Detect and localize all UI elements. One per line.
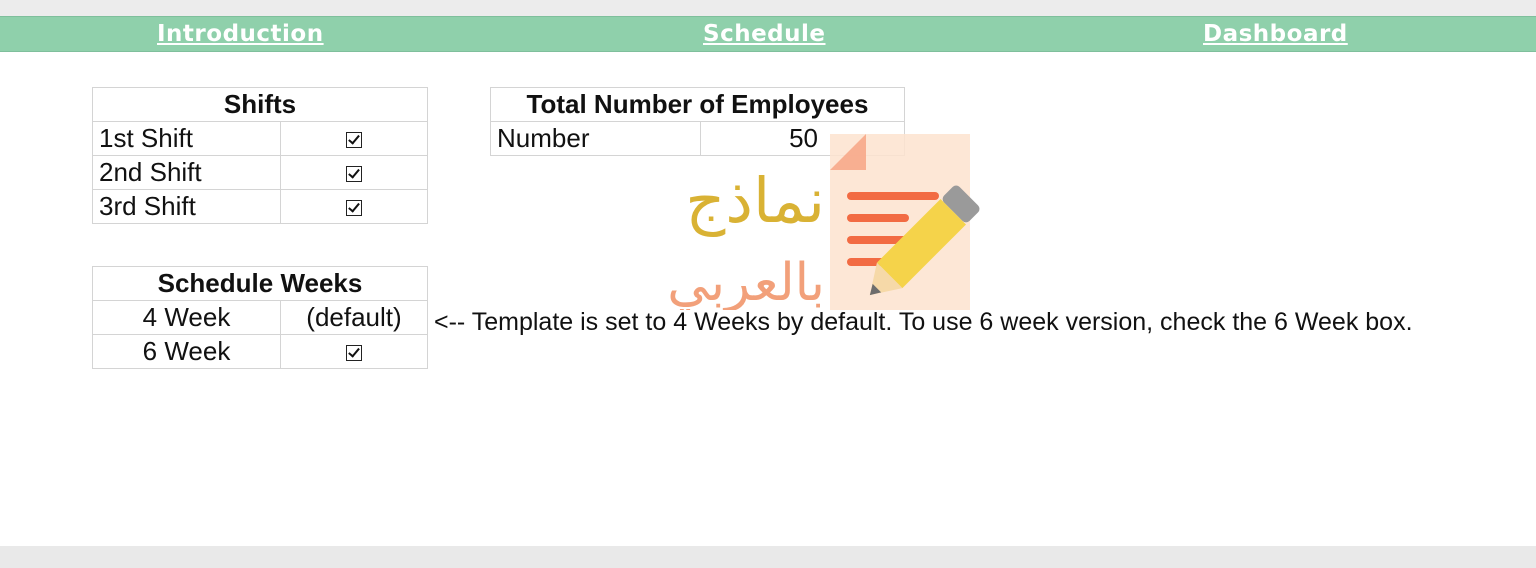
shift-checkbox-cell xyxy=(280,155,428,190)
week-label: 4 Week xyxy=(92,300,281,335)
shifts-title: Shifts xyxy=(92,87,428,122)
checkbox-checked-icon[interactable] xyxy=(346,166,362,183)
schedule-weeks-title: Schedule Weeks xyxy=(92,266,428,301)
employees-title: Total Number of Employees xyxy=(490,87,905,122)
week-checkbox-cell xyxy=(280,334,428,369)
schedule-weeks-table: Schedule Weeks 4 Week (default) 6 Week xyxy=(92,266,428,369)
shift-checkbox-cell xyxy=(280,121,428,156)
window-bottom-strip xyxy=(0,546,1536,568)
shift-label: 2nd Shift xyxy=(92,155,281,190)
checkbox-checked-icon[interactable] xyxy=(346,200,362,217)
week-default-value: (default) xyxy=(280,300,428,335)
window-top-strip xyxy=(0,0,1536,16)
watermark-logo: نماذج بالعربي xyxy=(625,130,1005,313)
shift-label: 1st Shift xyxy=(92,121,281,156)
shifts-table: Shifts 1st Shift 2nd Shift 3rd Shift xyxy=(92,87,428,224)
week-label: 6 Week xyxy=(92,334,281,369)
nav-bar: Introduction Schedule Dashboard xyxy=(0,16,1536,52)
schedule-weeks-note: <-- Template is set to 4 Weeks by defaul… xyxy=(434,308,1413,336)
table-row: 6 Week xyxy=(92,334,428,369)
table-row: 1st Shift xyxy=(92,121,428,156)
checkbox-checked-icon[interactable] xyxy=(346,345,362,362)
nav-link-introduction[interactable]: Introduction xyxy=(157,21,324,47)
shift-label: 3rd Shift xyxy=(92,189,281,224)
nav-link-dashboard[interactable]: Dashboard xyxy=(1203,21,1348,47)
shift-checkbox-cell xyxy=(280,189,428,224)
nav-link-schedule[interactable]: Schedule xyxy=(703,21,826,47)
table-row: 3rd Shift xyxy=(92,189,428,224)
document-pencil-icon: نماذج بالعربي xyxy=(667,134,980,313)
checkbox-checked-icon[interactable] xyxy=(346,132,362,149)
watermark-text-line1: نماذج xyxy=(685,164,825,237)
watermark-text-line2: بالعربي xyxy=(667,253,825,310)
table-row: 4 Week (default) xyxy=(92,300,428,335)
table-row: 2nd Shift xyxy=(92,155,428,190)
